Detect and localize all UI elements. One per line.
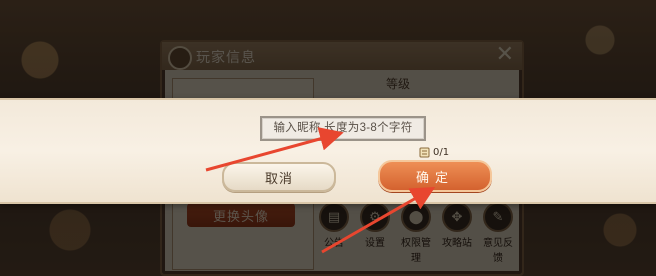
counter-text: 0/1 xyxy=(433,147,450,158)
rename-card-counter: 0/1 xyxy=(418,146,449,159)
confirm-button[interactable]: 确定 xyxy=(378,160,492,192)
cancel-button[interactable]: 取消 xyxy=(222,162,336,192)
rename-card-icon xyxy=(419,147,430,158)
nickname-input[interactable]: 输入昵称,长度为3-8个字符 xyxy=(260,116,426,141)
